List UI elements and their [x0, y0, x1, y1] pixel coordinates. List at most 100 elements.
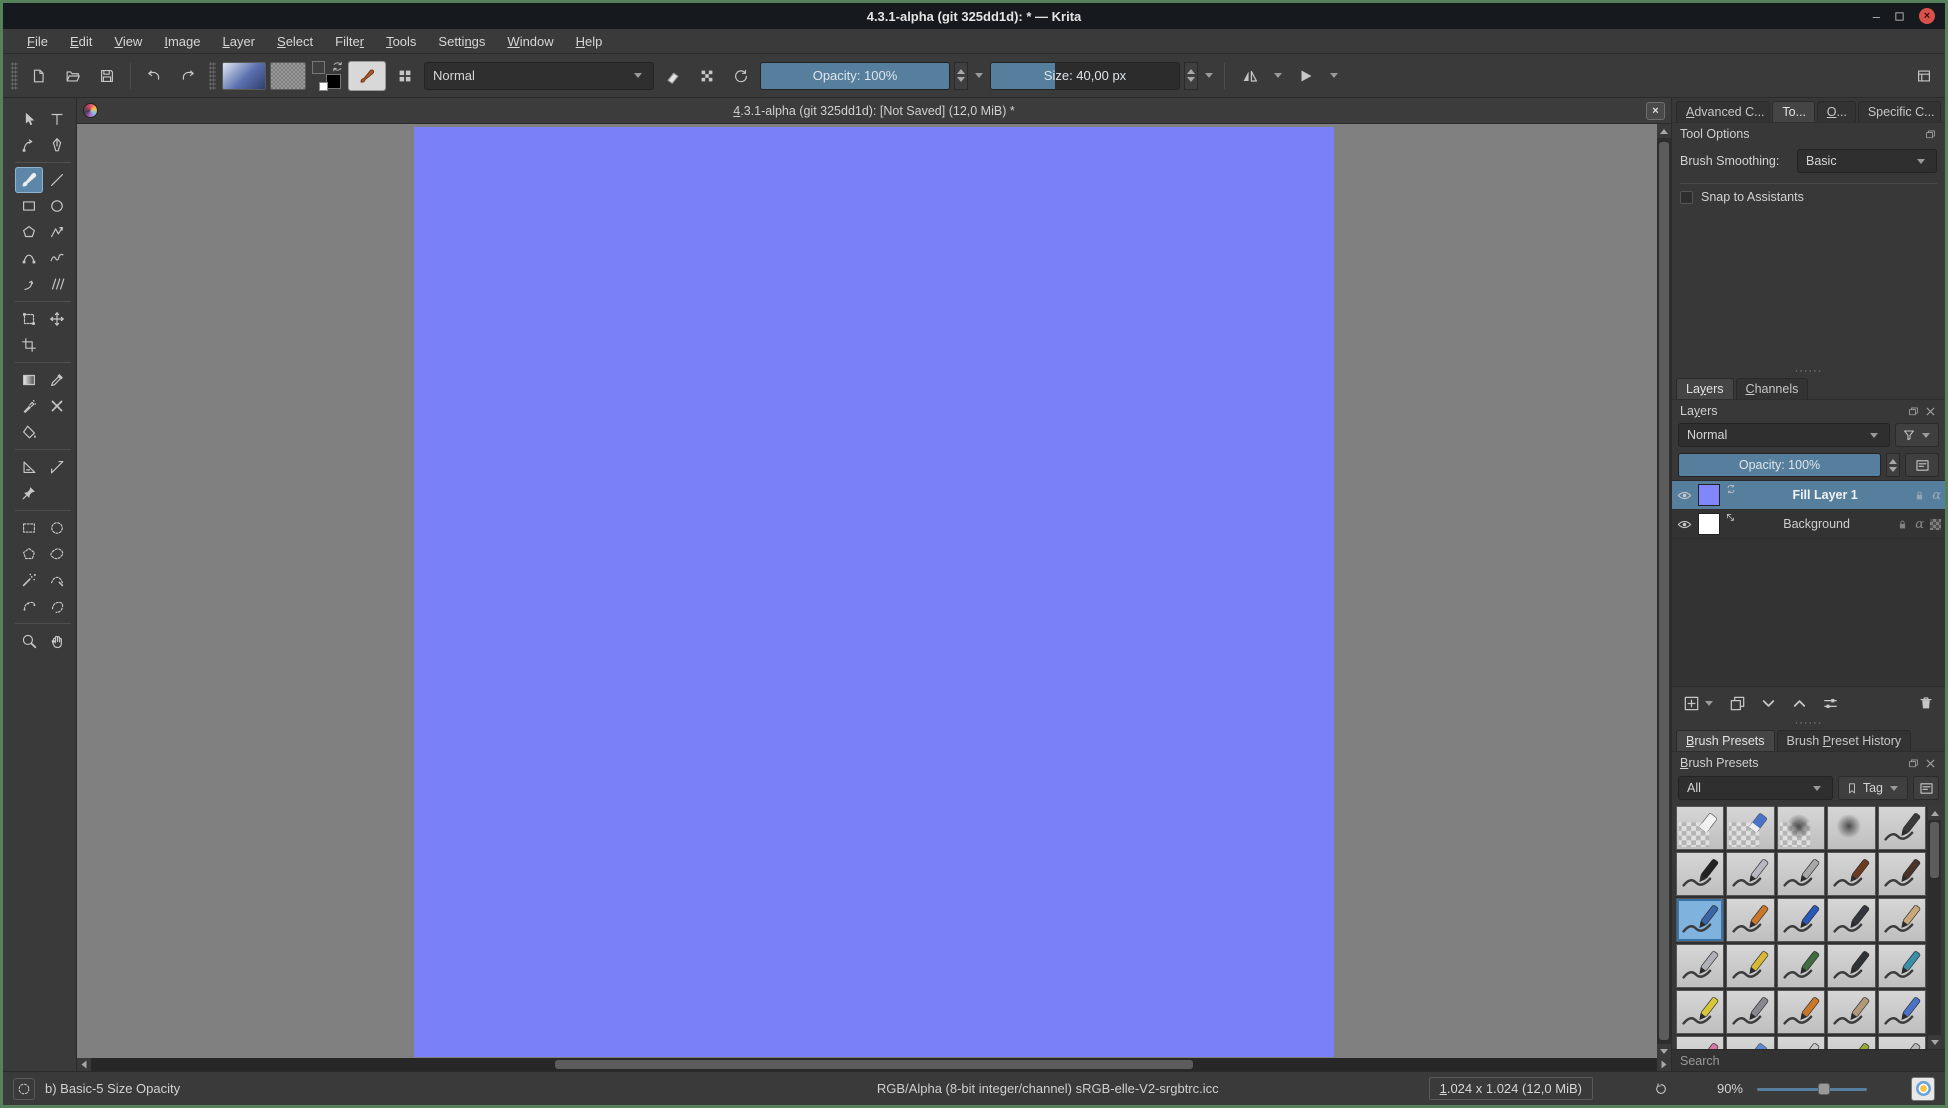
eraser-mode-button[interactable] [658, 61, 688, 91]
brush-preset-thumbnail[interactable] [1776, 806, 1826, 850]
tool-ellipse-select[interactable] [43, 515, 71, 541]
scroll-right-arrow[interactable] [1657, 1058, 1671, 1071]
brush-preset-thumbnail[interactable] [1676, 990, 1725, 1034]
layer-thumbnail[interactable] [1698, 513, 1720, 535]
tool-rectangle[interactable] [15, 193, 43, 219]
tool-polyline[interactable] [43, 219, 71, 245]
scroll-down-arrow[interactable] [1657, 1044, 1671, 1058]
delete-layer-button[interactable] [1917, 694, 1935, 712]
chevron-down-icon[interactable] [1205, 73, 1213, 78]
layer-properties-button[interactable] [1821, 694, 1840, 713]
tool-freehand-brush[interactable] [15, 167, 43, 193]
tool-bezier-curve[interactable] [15, 245, 43, 271]
canvas[interactable] [414, 127, 1334, 1057]
chevron-down-icon[interactable] [1330, 73, 1338, 78]
menu-filter[interactable]: Filter [325, 32, 374, 51]
snap-to-assistants-checkbox[interactable] [1680, 190, 1693, 204]
menu-image[interactable]: Image [154, 32, 210, 51]
brush-preset-thumbnail[interactable] [1776, 944, 1826, 988]
tool-pan[interactable] [43, 628, 71, 654]
float-docker-icon[interactable] [1907, 757, 1920, 770]
tool-pointer[interactable] [15, 106, 43, 132]
brush-preset-thumbnail[interactable] [1726, 944, 1775, 988]
alpha-icon[interactable]: α [1932, 488, 1941, 503]
layer-thumbnail[interactable] [1698, 484, 1720, 506]
selection-indicator-button[interactable] [13, 1077, 35, 1100]
tool-outline-select[interactable] [43, 593, 71, 619]
zoom-slider-thumb[interactable] [1817, 1082, 1830, 1095]
brush-preset-thumbnail[interactable] [1726, 898, 1775, 942]
brush-preset-thumbnail[interactable] [1726, 852, 1775, 896]
lock-icon[interactable] [1896, 518, 1909, 531]
chevron-down-icon[interactable] [1274, 73, 1282, 78]
mirror-vertical-button[interactable] [1289, 61, 1323, 91]
brush-preset-thumbnail[interactable] [1676, 852, 1725, 896]
brush-preset-thumbnail[interactable] [1877, 1036, 1926, 1049]
size-spinner[interactable] [1184, 61, 1198, 90]
close-button[interactable]: × [1919, 8, 1935, 24]
brush-preset-thumbnail[interactable] [1776, 898, 1826, 942]
zoom-slider[interactable] [1757, 1082, 1867, 1096]
brush-preset-thumbnail[interactable] [1776, 852, 1826, 896]
tool-bezier-select[interactable] [43, 567, 71, 593]
edit-brush-settings-button[interactable] [348, 60, 386, 91]
tool-move[interactable] [43, 306, 71, 332]
menu-view[interactable]: View [104, 32, 152, 51]
layer-view-properties-button[interactable] [1905, 453, 1939, 477]
layer-blending-mode-dropdown[interactable]: Normal [1678, 423, 1890, 447]
menu-file[interactable]: File [17, 32, 58, 51]
move-layer-down-button[interactable] [1759, 694, 1778, 713]
tag-button[interactable]: Tag [1837, 776, 1908, 800]
layer-filter-button[interactable] [1895, 423, 1939, 447]
preset-scrollbar[interactable] [1928, 806, 1941, 1049]
layer-opacity-spinner[interactable] [1886, 453, 1900, 477]
brush-preset-thumbnail[interactable] [1827, 898, 1876, 942]
layer-opacity-slider[interactable]: Opacity: 100% [1678, 453, 1881, 477]
brush-preset-thumbnail[interactable] [1676, 944, 1725, 988]
brush-preset-thumbnail[interactable] [1877, 852, 1926, 896]
gradient-chooser[interactable] [222, 61, 266, 90]
brush-smoothing-dropdown[interactable]: Basic [1797, 149, 1937, 173]
tool-assistants[interactable] [15, 454, 43, 480]
new-document-button[interactable] [24, 61, 54, 91]
brush-preset-thumbnail[interactable] [1827, 944, 1876, 988]
tool-polygon[interactable] [15, 219, 43, 245]
brush-preset-thumbnail[interactable] [1827, 852, 1876, 896]
tool-similar-select[interactable] [15, 567, 43, 593]
scroll-down-arrow[interactable] [1928, 1035, 1941, 1049]
add-layer-button[interactable] [1682, 694, 1701, 713]
menu-window[interactable]: Window [497, 32, 563, 51]
menu-tools[interactable]: Tools [376, 32, 426, 51]
show-workspace-chooser-button[interactable] [1909, 61, 1939, 91]
preset-filter-dropdown[interactable]: All [1678, 776, 1833, 800]
scroll-up-arrow[interactable] [1657, 124, 1671, 138]
preserve-alpha-button[interactable] [692, 61, 722, 91]
undo-button[interactable] [139, 61, 169, 91]
tool-freehand-select[interactable] [43, 541, 71, 567]
tab-brush-presets[interactable]: Brush Presets [1676, 730, 1775, 751]
mirror-horizontal-button[interactable] [1233, 61, 1267, 91]
brush-size-slider[interactable]: Size: 40,00 px [990, 61, 1180, 90]
brush-preset-thumbnail[interactable] [1726, 806, 1775, 850]
blending-mode-dropdown[interactable]: Normal [424, 61, 654, 90]
layer-name[interactable]: Fill Layer 1 [1742, 488, 1908, 502]
tab-layers[interactable]: Layers [1676, 378, 1734, 399]
tab-specific-c[interactable]: Specific C... [1857, 101, 1941, 122]
tool-ellipse[interactable] [43, 193, 71, 219]
brush-preset-thumbnail[interactable] [1726, 1036, 1775, 1049]
brush-preset-thumbnail[interactable] [1877, 806, 1926, 850]
brush-preset-thumbnail[interactable] [1676, 898, 1725, 942]
brush-preset-thumbnail[interactable] [1676, 1036, 1725, 1049]
brush-preset-thumbnail[interactable] [1726, 990, 1775, 1034]
tab-channels[interactable]: Channels [1735, 378, 1809, 399]
reset-rotation-icon[interactable] [1653, 1081, 1669, 1097]
chevron-down-icon[interactable] [975, 73, 983, 78]
inherit-alpha-icon[interactable] [1930, 518, 1941, 530]
alpha-icon[interactable]: α [1915, 517, 1924, 532]
tool-reference-images[interactable] [15, 480, 43, 506]
vertical-scrollbar[interactable] [1657, 124, 1671, 1058]
brush-preset-thumbnail[interactable] [1877, 944, 1926, 988]
tool-zoom[interactable] [15, 628, 43, 654]
tool-color-picker[interactable] [43, 367, 71, 393]
tool-measure[interactable] [43, 454, 71, 480]
